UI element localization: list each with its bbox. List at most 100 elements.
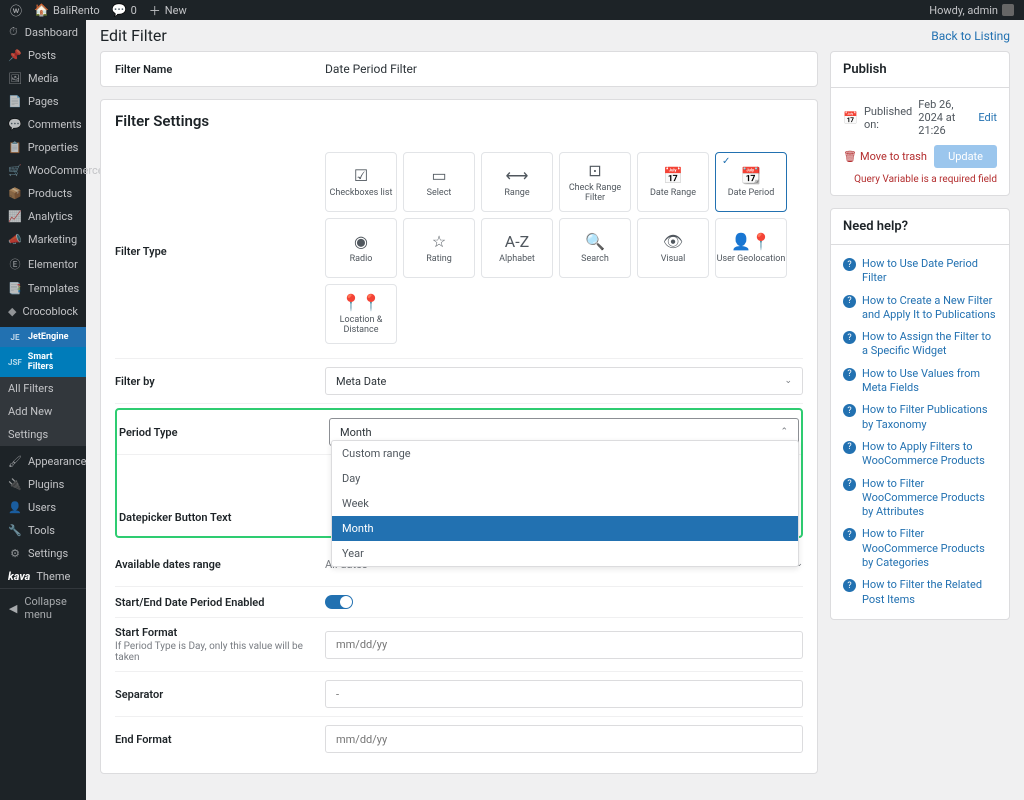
menu-icon: JSF xyxy=(8,358,22,367)
type-icon: 📆 xyxy=(741,166,761,185)
period-type-label: Period Type xyxy=(119,426,329,439)
help-link[interactable]: How to Filter WooCommerce Products by At… xyxy=(862,477,997,520)
filter-type-check-range-filter[interactable]: ⊡Check Range Filter xyxy=(559,152,631,212)
sidebar-item-marketing[interactable]: 📣Marketing xyxy=(0,228,86,251)
filter-type-range[interactable]: ⟷Range xyxy=(481,152,553,212)
filter-type-row: Filter Type ☑Checkboxes list▭Select⟷Rang… xyxy=(115,144,803,359)
collapse-menu[interactable]: ◀ Collapse menu xyxy=(0,588,86,627)
menu-icon: 👤 xyxy=(8,501,22,514)
help-link[interactable]: How to Assign the Filter to a Specific W… xyxy=(862,330,997,359)
sidebar-item-crocoblock[interactable]: ◆Crocoblock xyxy=(0,300,86,323)
help-link[interactable]: How to Filter Publications by Taxonomy xyxy=(862,403,997,432)
start-format-input[interactable] xyxy=(325,631,803,659)
separator-input[interactable] xyxy=(325,680,803,708)
sidebar-item-plugins[interactable]: 🔌Plugins xyxy=(0,473,86,496)
menu-label: Settings xyxy=(28,547,68,560)
help-icon: ? xyxy=(843,368,856,381)
filter-type-location-distance[interactable]: 📍📍 Location & Distance xyxy=(325,284,397,344)
period-option-month[interactable]: Month xyxy=(332,516,798,541)
howdy-link[interactable]: Howdy, admin xyxy=(929,4,1014,17)
separator-row: Separator xyxy=(115,672,803,717)
filter-by-label: Filter by xyxy=(115,375,325,388)
menu-icon: 🖌 xyxy=(8,455,22,468)
help-link[interactable]: How to Create a New Filter and Apply It … xyxy=(862,294,997,323)
filter-type-radio[interactable]: ◉Radio xyxy=(325,218,397,278)
menu-icon: 🔧 xyxy=(8,524,22,537)
sidebar-item-elementor[interactable]: ⒺElementor xyxy=(0,251,86,277)
help-link[interactable]: How to Use Date Period Filter xyxy=(862,257,997,286)
theme-row[interactable]: kava Theme xyxy=(0,565,86,588)
help-box: Need help? ?How to Use Date Period Filte… xyxy=(830,208,1010,620)
required-note: Query Variable is a required field xyxy=(843,174,997,185)
sidebar-item-analytics[interactable]: 📈Analytics xyxy=(0,205,86,228)
new-link[interactable]: ＋New xyxy=(149,2,187,19)
type-icon: 📍📍 xyxy=(341,293,381,312)
published-label: Published on: xyxy=(864,105,912,131)
help-item: ?How to Filter Publications by Taxonomy xyxy=(843,399,997,436)
menu-label: Crocoblock xyxy=(22,305,78,318)
filter-type-user-geolocation[interactable]: 👤📍User Geolocation xyxy=(715,218,787,278)
sidebar-item-users[interactable]: 👤Users xyxy=(0,496,86,519)
sidebar-item-posts[interactable]: 📌Posts xyxy=(0,44,86,67)
period-option-custom-range[interactable]: Custom range xyxy=(332,441,798,466)
highlight-box: Period Type Month ⌃ Custom rangeDayWeekM… xyxy=(115,408,803,538)
sidebar-item-properties[interactable]: 📋Properties xyxy=(0,136,86,159)
sidebar-item-settings[interactable]: ⚙Settings xyxy=(0,542,86,565)
submenu-add-new[interactable]: Add New xyxy=(0,400,86,423)
filter-type-visual[interactable]: 👁Visual xyxy=(637,218,709,278)
filter-type-checkboxes-list[interactable]: ☑Checkboxes list xyxy=(325,152,397,212)
help-link[interactable]: How to Apply Filters to WooCommerce Prod… xyxy=(862,440,997,469)
type-label: Location & Distance xyxy=(326,316,396,336)
menu-icon: 🛒 xyxy=(8,164,22,177)
filter-by-select[interactable]: Meta Date ⌄ xyxy=(325,367,803,395)
type-label: Check Range Filter xyxy=(560,184,630,204)
period-option-day[interactable]: Day xyxy=(332,466,798,491)
new-label: New xyxy=(165,4,187,17)
filter-type-select[interactable]: ▭Select xyxy=(403,152,475,212)
type-icon: 📅 xyxy=(663,166,683,185)
start-end-toggle[interactable] xyxy=(325,595,353,609)
filter-type-date-range[interactable]: 📅 Date Range xyxy=(637,152,709,212)
period-option-week[interactable]: Week xyxy=(332,491,798,516)
sidebar-item-pages[interactable]: 📄Pages xyxy=(0,90,86,113)
filter-type-date-period[interactable]: ✓📆Date Period xyxy=(715,152,787,212)
filter-type-rating[interactable]: ☆Rating xyxy=(403,218,475,278)
submenu-all-filters[interactable]: All Filters xyxy=(0,377,86,400)
help-link[interactable]: How to Filter WooCommerce Products by Ca… xyxy=(862,527,997,570)
back-link[interactable]: Back to Listing xyxy=(931,29,1010,43)
filter-name-input[interactable] xyxy=(325,62,803,76)
sidebar-item-products[interactable]: 📦Products xyxy=(0,182,86,205)
type-icon: ☆ xyxy=(432,232,446,251)
filter-type-search[interactable]: 🔍Search xyxy=(559,218,631,278)
site-link[interactable]: 🏠BaliRento xyxy=(34,3,100,17)
period-option-year[interactable]: Year xyxy=(332,541,798,566)
sidebar-item-smart-filters[interactable]: JSFSmart Filters xyxy=(0,347,86,377)
filter-type-alphabet[interactable]: A-ZAlphabet xyxy=(481,218,553,278)
wp-logo[interactable]: ⓦ xyxy=(10,2,22,19)
menu-icon: 📋 xyxy=(8,141,22,154)
sidebar-item-tools[interactable]: 🔧Tools xyxy=(0,519,86,542)
help-link[interactable]: How to Use Values from Meta Fields xyxy=(862,367,997,396)
move-to-trash[interactable]: 🗑Move to trash xyxy=(843,150,927,163)
sidebar-item-woocommerce[interactable]: 🛒WooCommerce xyxy=(0,159,86,182)
sidebar-item-jetengine[interactable]: JEJetEngine xyxy=(0,327,86,347)
edit-date-link[interactable]: Edit xyxy=(978,111,997,124)
help-link[interactable]: How to Filter the Related Post Items xyxy=(862,578,997,607)
help-item: ?How to Create a New Filter and Apply It… xyxy=(843,290,997,327)
sidebar-item-dashboard[interactable]: ⏱Dashboard xyxy=(0,20,86,44)
datepicker-text-label: Datepicker Button Text xyxy=(119,511,329,524)
sidebar-item-templates[interactable]: 📑Templates xyxy=(0,277,86,300)
help-icon: ? xyxy=(843,331,856,344)
submenu-settings[interactable]: Settings xyxy=(0,423,86,446)
comments-link[interactable]: 💬0 xyxy=(112,3,137,17)
sidebar-item-appearance[interactable]: 🖌Appearance xyxy=(0,450,86,473)
calendar-icon: 📅 xyxy=(843,111,858,125)
filter-settings-panel: Filter Settings Filter Type ☑Checkboxes … xyxy=(100,99,818,774)
sidebar-item-comments[interactable]: 💬Comments xyxy=(0,113,86,136)
end-format-row: End Format xyxy=(115,717,803,761)
help-icon: ? xyxy=(843,579,856,592)
end-format-input[interactable] xyxy=(325,725,803,753)
sidebar-item-media[interactable]: 🖼Media xyxy=(0,67,86,90)
update-button[interactable]: Update xyxy=(934,145,997,168)
type-label: Date Range xyxy=(650,189,696,199)
